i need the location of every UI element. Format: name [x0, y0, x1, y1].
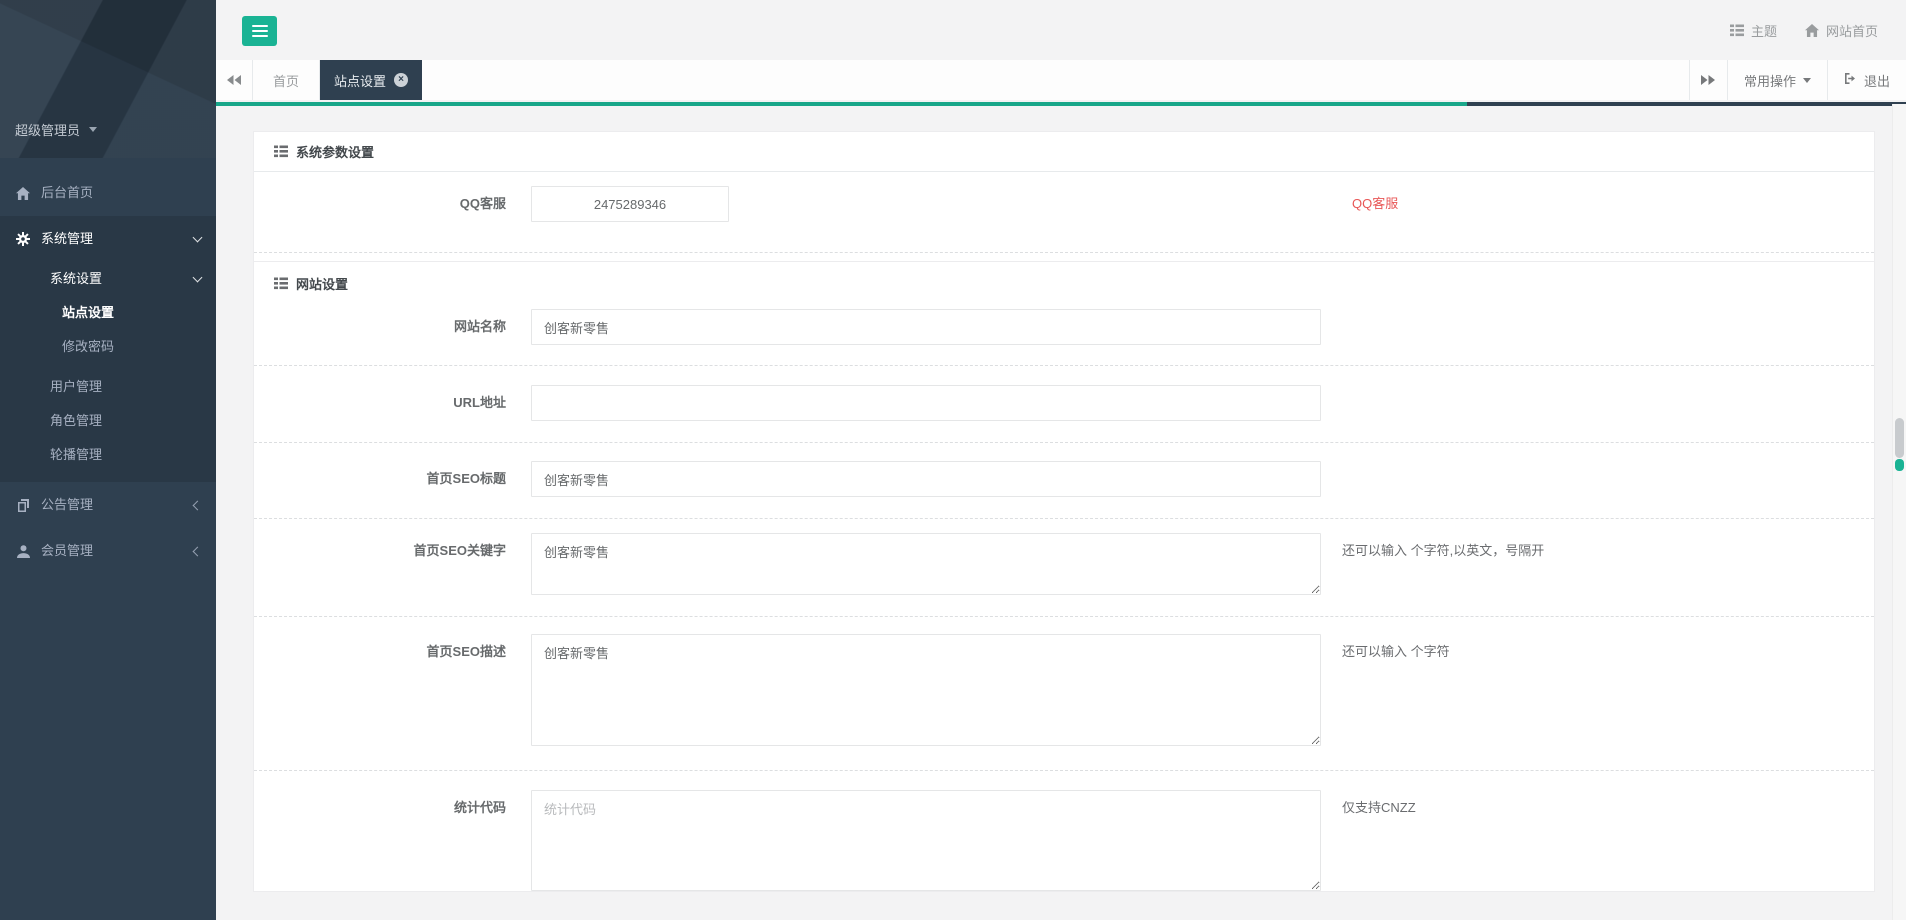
scrollbar-thumb[interactable] [1895, 418, 1904, 458]
caret-down-icon [89, 127, 97, 132]
chevron-down-icon [193, 233, 203, 243]
sidebar-item-system-mgmt[interactable]: 系统管理 [0, 216, 216, 262]
tabbar: 首页 站点设置 × 常用操作 退出 [216, 60, 1906, 100]
url-input[interactable] [531, 385, 1321, 421]
form-row-site-name: 网站名称 [254, 303, 1874, 366]
field-label: URL地址 [254, 385, 506, 421]
field-label: 首页SEO关键字 [254, 533, 506, 569]
site-name-input[interactable] [531, 309, 1321, 345]
close-icon[interactable]: × [394, 73, 408, 87]
sidebar-item-site-settings[interactable]: 站点设置 [0, 296, 216, 330]
tab-label: 站点设置 [334, 71, 386, 90]
panel-website-settings: 网站设置 网站名称 URL地址 首页SEO标题 [253, 262, 1875, 892]
panel-title: 系统参数设置 [296, 142, 374, 161]
profile-menu[interactable]: 超级管理员 [15, 120, 97, 139]
sidebar-nav: 后台首页 系统管理 系统设置 站点设置 修改密码 [0, 158, 216, 574]
sidebar-item-notice-mgmt[interactable]: 公告管理 [0, 482, 216, 528]
tabbar-right: 常用操作 退出 [1689, 60, 1906, 100]
qq-service-input[interactable] [531, 186, 729, 222]
sidebar-item-label: 修改密码 [62, 338, 114, 356]
sidebar-item-label: 系统管理 [41, 229, 93, 249]
stats-code-textarea[interactable] [531, 790, 1321, 891]
chevron-left-icon [193, 500, 203, 510]
sidebar-item-label: 后台首页 [41, 183, 93, 203]
theme-link[interactable]: 主题 [1730, 21, 1777, 40]
double-left-arrow-icon [227, 75, 241, 85]
form-row-seo-title: 首页SEO标题 [254, 443, 1874, 519]
sidebar-item-label: 系统设置 [50, 270, 102, 288]
scrollbar-teal-marker [1895, 459, 1904, 471]
field-hint: 还可以输入 个字符,以英文，号隔开 [1342, 533, 1544, 569]
panel-header: 网站设置 [254, 262, 1874, 303]
field-label: QQ客服 [254, 186, 506, 222]
sidebar-item-system-settings[interactable]: 系统设置 [0, 262, 216, 296]
form-row-seo-desc: 首页SEO描述 创客新零售 还可以输入 个字符 [254, 617, 1874, 771]
logout-label: 退出 [1864, 71, 1890, 90]
tab-label: 首页 [273, 71, 299, 90]
site-home-label: 网站首页 [1826, 21, 1878, 40]
home-icon [1805, 24, 1819, 37]
sidebar-item-user-mgmt[interactable]: 用户管理 [0, 370, 216, 404]
sidebar-item-label: 角色管理 [50, 412, 102, 430]
list-icon [274, 277, 288, 290]
common-actions-label: 常用操作 [1744, 71, 1796, 90]
theme-list-icon [1730, 24, 1744, 37]
form-row-stats-code: 统计代码 仅支持CNZZ [254, 771, 1874, 891]
topbar: 主题 网站首页 [216, 0, 1906, 60]
panel-title: 网站设置 [296, 274, 348, 293]
common-actions-dropdown[interactable]: 常用操作 [1727, 60, 1827, 100]
panel-header: 系统参数设置 [254, 132, 1874, 172]
user-icon [15, 545, 31, 558]
seo-keywords-textarea[interactable]: 创客新零售 [531, 533, 1321, 595]
form-row-seo-keywords: 首页SEO关键字 创客新零售 还可以输入 个字符,以英文，号隔开 [254, 519, 1874, 617]
tab-home[interactable]: 首页 [252, 60, 320, 100]
sidebar-group-system: 系统管理 系统设置 站点设置 修改密码 用户管理 角色管理 [0, 216, 216, 482]
form-row-url: URL地址 [254, 366, 1874, 443]
site-home-link[interactable]: 网站首页 [1805, 21, 1878, 40]
field-label: 首页SEO描述 [254, 634, 506, 670]
tabs-scroll-left-button[interactable] [216, 60, 253, 100]
sign-out-icon [1844, 72, 1857, 88]
list-icon [274, 145, 288, 158]
copy-icon [15, 499, 31, 512]
profile-area: 超级管理员 [0, 0, 216, 158]
field-label: 网站名称 [254, 309, 506, 345]
sidebar-item-member-mgmt[interactable]: 会员管理 [0, 528, 216, 574]
field-label: 统计代码 [254, 790, 506, 826]
sidebar-item-role-mgmt[interactable]: 角色管理 [0, 404, 216, 438]
sidebar-item-label: 站点设置 [62, 304, 114, 322]
home-icon [15, 187, 31, 200]
sidebar-toggle-button[interactable] [242, 16, 277, 46]
logout-button[interactable]: 退出 [1827, 60, 1906, 100]
chevron-left-icon [193, 546, 203, 556]
tabs-scroll-right-button[interactable] [1689, 60, 1727, 100]
topbar-right: 主题 网站首页 [1730, 21, 1878, 40]
main-content: 系统参数设置 QQ客服 QQ客服 网站设置 网站名称 [216, 106, 1906, 920]
sidebar: 超级管理员 后台首页 系统管理 系统设置 [0, 0, 216, 920]
seo-description-textarea[interactable]: 创客新零售 [531, 634, 1321, 746]
sidebar-item-label: 轮播管理 [50, 446, 102, 464]
tab-site-settings[interactable]: 站点设置 × [320, 60, 422, 100]
sidebar-item-label: 公告管理 [41, 495, 93, 515]
field-hint: 还可以输入 个字符 [1342, 634, 1450, 670]
sidebar-item-label: 用户管理 [50, 378, 102, 396]
caret-down-icon [1803, 78, 1811, 83]
seo-title-input[interactable] [531, 461, 1321, 497]
panel-system-params: 系统参数设置 QQ客服 QQ客服 [253, 131, 1875, 262]
app-root: 超级管理员 后台首页 系统管理 系统设置 [0, 0, 1906, 920]
sidebar-item-change-password[interactable]: 修改密码 [0, 330, 216, 364]
double-right-arrow-icon [1701, 75, 1715, 85]
field-label: 首页SEO标题 [254, 461, 506, 497]
qq-service-link[interactable]: QQ客服 [1352, 186, 1398, 222]
field-hint: 仅支持CNZZ [1342, 790, 1416, 826]
form-row-qq: QQ客服 QQ客服 [254, 172, 1874, 253]
gear-icon [15, 232, 31, 246]
theme-label: 主题 [1751, 21, 1777, 40]
chevron-down-icon [193, 273, 203, 283]
sidebar-item-carousel-mgmt[interactable]: 轮播管理 [0, 438, 216, 472]
profile-name: 超级管理员 [15, 120, 80, 139]
sidebar-item-label: 会员管理 [41, 541, 93, 561]
scrollbar-track[interactable] [1892, 104, 1906, 920]
sidebar-item-dashboard[interactable]: 后台首页 [0, 170, 216, 216]
